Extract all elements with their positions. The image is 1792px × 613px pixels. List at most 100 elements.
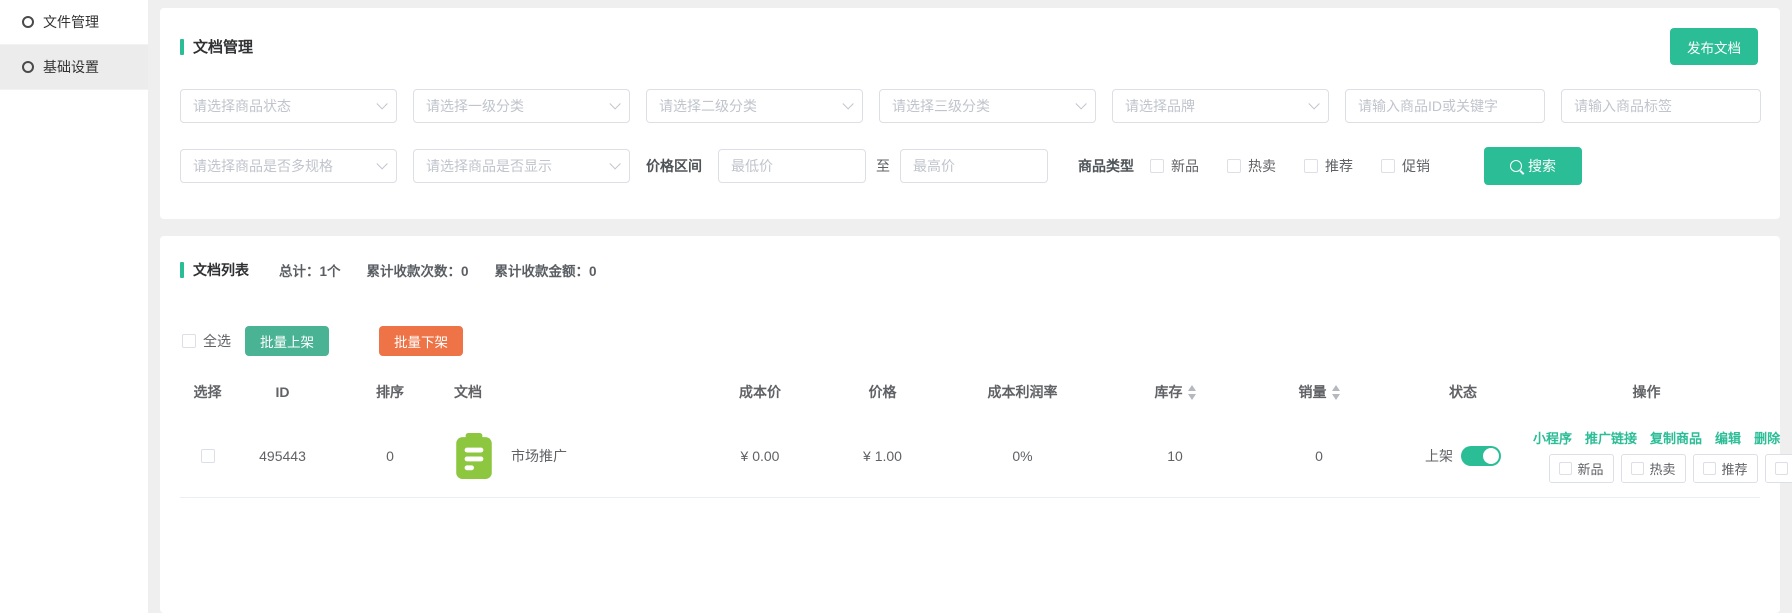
- sidebar-item-label: 文件管理: [43, 12, 99, 32]
- batch-off-shelf-button[interactable]: 批量下架: [379, 326, 463, 356]
- select-placeholder: 请选择商品是否多规格: [193, 156, 333, 176]
- search-icon: [1510, 160, 1522, 172]
- chevron-down-icon: [376, 158, 387, 169]
- publish-document-button[interactable]: 发布文档: [1670, 28, 1758, 65]
- select-all-checkbox[interactable]: 全选: [182, 331, 231, 351]
- stat-value: 0: [589, 264, 597, 279]
- search-button[interactable]: 搜索: [1484, 147, 1582, 185]
- tag-promotion-checkbox[interactable]: 促销: [1765, 454, 1792, 483]
- category-level1-select[interactable]: 请选择一级分类: [413, 89, 630, 123]
- to-label: 至: [876, 156, 890, 176]
- filter-row-2: 请选择商品是否多规格 请选择商品是否显示 价格区间 至 商品类型 新品 热卖: [180, 147, 1758, 185]
- type-option-label: 热卖: [1248, 156, 1276, 176]
- category-level3-select[interactable]: 请选择三级分类: [879, 89, 1096, 123]
- product-type-label: 商品类型: [1078, 156, 1134, 176]
- stat-value: 0: [461, 264, 469, 279]
- sort-carets[interactable]: [1188, 385, 1196, 400]
- document-table: 选择 ID 排序 文档 成本价 价格 成本利润率 库存 销量: [180, 370, 1760, 498]
- circle-icon: [22, 16, 34, 28]
- status-toggle[interactable]: [1461, 446, 1501, 466]
- stat-total: 总计：1个: [279, 260, 341, 280]
- caret-up-icon: [1188, 385, 1196, 391]
- type-option-recommend[interactable]: 推荐: [1304, 156, 1353, 176]
- search-button-label: 搜索: [1528, 156, 1556, 176]
- product-id-keyword-input[interactable]: [1345, 89, 1545, 123]
- list-stats: 总计：1个 累计收款次数：0 累计收款金额：0: [279, 260, 597, 280]
- clipboard-icon: [454, 433, 494, 479]
- col-select: 选择: [180, 382, 235, 402]
- type-option-promotion[interactable]: 促销: [1381, 156, 1430, 176]
- chevron-down-icon: [609, 158, 620, 169]
- sidebar-item-basic-settings[interactable]: 基础设置: [0, 45, 148, 90]
- status-label: 上架: [1425, 446, 1453, 466]
- table-row: 495443 0 市场推广 ¥ 0.00 ¥: [180, 414, 1760, 498]
- tag-recommend-checkbox[interactable]: 推荐: [1693, 454, 1758, 483]
- delete-link[interactable]: 删除: [1754, 428, 1780, 447]
- caret-up-icon: [1332, 385, 1340, 391]
- checkbox-icon: [1381, 159, 1395, 173]
- row-price: ¥ 1.00: [825, 448, 940, 464]
- list-toolbar: 全选 批量上架 批量下架: [180, 326, 1760, 356]
- select-placeholder: 请选择品牌: [1125, 96, 1195, 116]
- col-margin: 成本利润率: [940, 382, 1105, 402]
- product-status-select[interactable]: 请选择商品状态: [180, 89, 397, 123]
- sort-carets[interactable]: [1332, 385, 1340, 400]
- stat-label: 累计收款次数：: [367, 264, 462, 279]
- main-content: 文档管理 发布文档 请选择商品状态 请选择一级分类 请选择二级分类 请选择三级分…: [148, 0, 1792, 613]
- tag-label: 新品: [1578, 459, 1604, 478]
- row-stock: 10: [1105, 448, 1245, 464]
- document-management-card: 文档管理 发布文档 请选择商品状态 请选择一级分类 请选择二级分类 请选择三级分…: [160, 8, 1780, 219]
- col-sales: 销量: [1245, 382, 1393, 402]
- caret-down-icon: [1332, 394, 1340, 400]
- col-sort: 排序: [330, 382, 450, 402]
- document-list-card: 文档列表 总计：1个 累计收款次数：0 累计收款金额：0 全选 批量上架 批量下…: [160, 236, 1780, 613]
- action-links: 小程序 推广链接 复制商品 编辑 删除 复制链接: [1533, 428, 1792, 447]
- mini-program-link[interactable]: 小程序: [1533, 428, 1572, 447]
- caret-down-icon: [1188, 394, 1196, 400]
- row-checkbox[interactable]: [201, 449, 215, 463]
- stat-payment-amount: 累计收款金额：0: [495, 260, 597, 280]
- min-price-input[interactable]: [718, 149, 866, 183]
- select-all-label: 全选: [203, 331, 231, 351]
- max-price-input[interactable]: [900, 149, 1048, 183]
- sidebar-item-label: 基础设置: [43, 57, 99, 77]
- tag-hot-checkbox[interactable]: 热卖: [1621, 454, 1686, 483]
- edit-link[interactable]: 编辑: [1715, 428, 1741, 447]
- doc-cell: 市场推广: [454, 433, 567, 479]
- col-status: 状态: [1393, 382, 1533, 402]
- sidebar-item-file-management[interactable]: 文件管理: [0, 0, 148, 45]
- checkbox-icon: [1631, 462, 1644, 475]
- copy-product-link[interactable]: 复制商品: [1650, 428, 1702, 447]
- page-title: 文档管理: [193, 36, 253, 57]
- type-option-label: 推荐: [1325, 156, 1353, 176]
- brand-select[interactable]: 请选择品牌: [1112, 89, 1329, 123]
- checkbox-icon: [1703, 462, 1716, 475]
- batch-on-shelf-button[interactable]: 批量上架: [245, 326, 329, 356]
- tag-new-checkbox[interactable]: 新品: [1549, 454, 1614, 483]
- type-option-label: 新品: [1171, 156, 1199, 176]
- category-level2-select[interactable]: 请选择二级分类: [646, 89, 863, 123]
- row-status-cell: 上架: [1393, 446, 1533, 466]
- col-document: 文档: [450, 382, 695, 402]
- list-title-wrap: 文档列表: [180, 260, 249, 280]
- chevron-down-icon: [1075, 98, 1086, 109]
- row-id: 495443: [235, 448, 330, 464]
- col-stock-label: 库存: [1155, 382, 1183, 402]
- row-sales: 0: [1245, 448, 1393, 464]
- title-accent-bar: [180, 39, 184, 55]
- promo-link-link[interactable]: 推广链接: [1585, 428, 1637, 447]
- select-placeholder: 请选择商品是否显示: [426, 156, 552, 176]
- type-option-new[interactable]: 新品: [1150, 156, 1199, 176]
- row-margin: 0%: [940, 448, 1105, 464]
- toggle-knob-icon: [1483, 448, 1499, 464]
- select-placeholder: 请选择三级分类: [892, 96, 990, 116]
- product-tag-input[interactable]: [1561, 89, 1761, 123]
- type-option-hot[interactable]: 热卖: [1227, 156, 1276, 176]
- tag-label: 推荐: [1722, 459, 1748, 478]
- checkbox-icon: [1304, 159, 1318, 173]
- title-accent-bar: [180, 262, 184, 278]
- visibility-select[interactable]: 请选择商品是否显示: [413, 149, 630, 183]
- doc-name: 市场推广: [511, 446, 567, 466]
- multi-spec-select[interactable]: 请选择商品是否多规格: [180, 149, 397, 183]
- row-tag-checkboxes: 新品 热卖 推荐 促销: [1549, 454, 1792, 483]
